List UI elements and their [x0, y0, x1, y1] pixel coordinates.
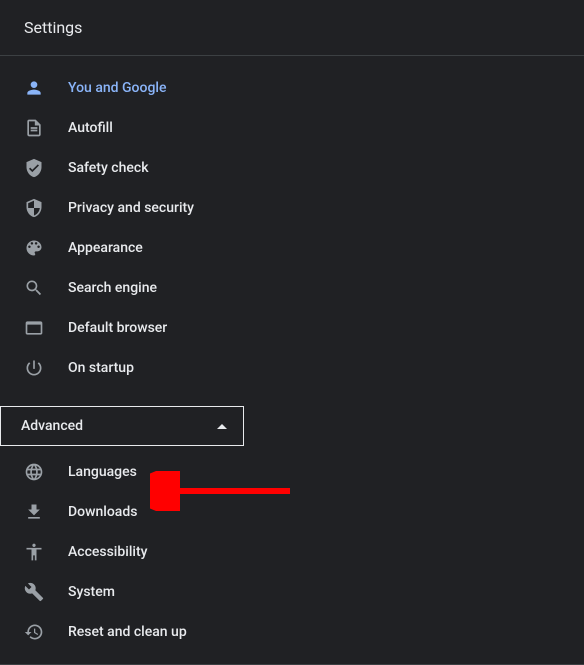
- nav-item-on-startup[interactable]: On startup: [0, 348, 584, 388]
- nav-item-reset-cleanup[interactable]: Reset and clean up: [0, 612, 584, 652]
- download-icon: [24, 502, 44, 522]
- page-title: Settings: [24, 18, 82, 37]
- nav-item-privacy-security[interactable]: Privacy and security: [0, 188, 584, 228]
- restore-icon: [24, 622, 44, 642]
- nav-label: Default browser: [68, 320, 167, 336]
- nav-item-system[interactable]: System: [0, 572, 584, 612]
- nav-item-appearance[interactable]: Appearance: [0, 228, 584, 268]
- nav-item-downloads[interactable]: Downloads: [0, 492, 584, 532]
- power-icon: [24, 358, 44, 378]
- wrench-icon: [24, 582, 44, 602]
- nav-item-you-and-google[interactable]: You and Google: [0, 68, 584, 108]
- nav-label: You and Google: [68, 80, 166, 96]
- nav-item-safety-check[interactable]: Safety check: [0, 148, 584, 188]
- advanced-label: Advanced: [21, 418, 83, 434]
- nav-label: Search engine: [68, 280, 157, 296]
- nav-item-autofill[interactable]: Autofill: [0, 108, 584, 148]
- form-icon: [24, 118, 44, 138]
- nav-label: Safety check: [68, 160, 149, 176]
- shield-icon: [24, 198, 44, 218]
- nav-item-accessibility[interactable]: Accessibility: [0, 532, 584, 572]
- nav-label: Accessibility: [68, 544, 147, 560]
- nav: You and Google Autofill Safety check Pri…: [0, 56, 584, 665]
- advanced-toggle[interactable]: Advanced: [0, 406, 244, 446]
- browser-icon: [24, 318, 44, 338]
- shield-check-icon: [24, 158, 44, 178]
- nav-label: Privacy and security: [68, 200, 194, 216]
- nav-item-languages[interactable]: Languages: [0, 452, 584, 492]
- search-icon: [24, 278, 44, 298]
- globe-icon: [24, 462, 44, 482]
- header: Settings: [0, 0, 584, 56]
- nav-label: System: [68, 584, 115, 600]
- nav-item-search-engine[interactable]: Search engine: [0, 268, 584, 308]
- nav-label: Languages: [68, 464, 137, 480]
- nav-label: Downloads: [68, 504, 137, 520]
- nav-label: Autofill: [68, 120, 113, 136]
- person-icon: [24, 78, 44, 98]
- advanced-sub-nav: Languages Downloads Accessibility System: [0, 446, 584, 652]
- accessibility-icon: [24, 542, 44, 562]
- nav-label: Appearance: [68, 240, 143, 256]
- palette-icon: [24, 238, 44, 258]
- chevron-up-icon: [217, 424, 227, 429]
- nav-label: On startup: [68, 360, 134, 376]
- nav-label: Reset and clean up: [68, 624, 187, 640]
- nav-item-default-browser[interactable]: Default browser: [0, 308, 584, 348]
